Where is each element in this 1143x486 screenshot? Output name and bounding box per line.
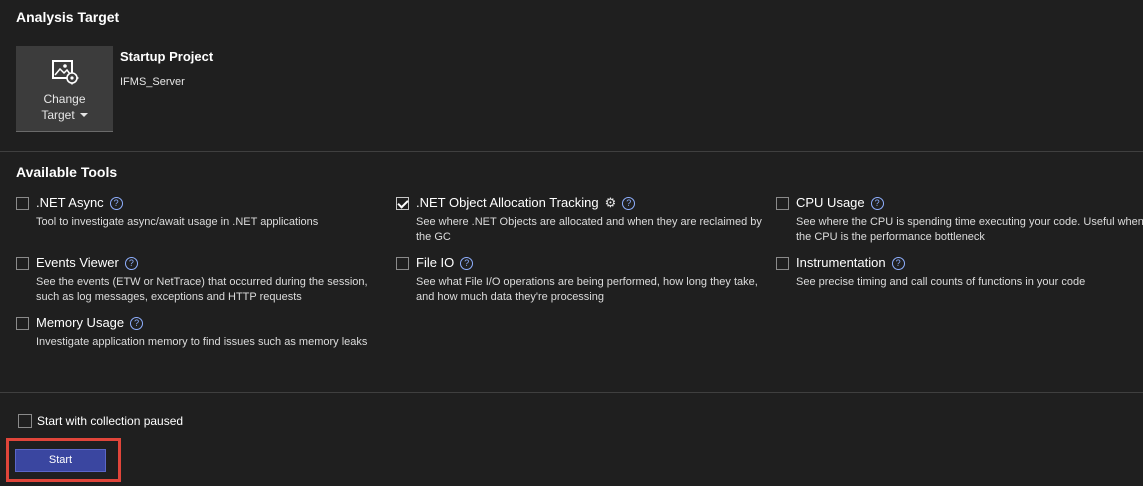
help-icon[interactable]: ? <box>124 257 138 270</box>
start-button[interactable]: Start <box>15 449 106 472</box>
tool-description: See the events (ETW or NetTrace) that oc… <box>36 276 368 303</box>
section-divider <box>0 392 1143 393</box>
caret-down-icon <box>79 112 88 117</box>
help-icon[interactable]: ? <box>460 257 474 270</box>
tool-checkbox[interactable] <box>16 197 29 210</box>
target-image-gear-icon <box>52 60 79 85</box>
help-icon[interactable]: ? <box>130 317 144 330</box>
help-icon[interactable]: ? <box>622 197 636 210</box>
change-target-button[interactable]: Change Target <box>16 46 113 132</box>
settings-gear-icon[interactable]: ⚙ <box>605 195 617 211</box>
tool-name: CPU Usage? <box>796 195 884 210</box>
collection-paused-checkbox[interactable] <box>18 414 32 428</box>
available-tools-title: Available Tools <box>16 164 118 180</box>
tool-checkbox[interactable] <box>776 257 789 270</box>
tool-name: .NET Object Allocation Tracking ⚙? <box>416 195 636 211</box>
help-icon[interactable]: ? <box>891 257 905 270</box>
tool-description: See where .NET Objects are allocated and… <box>416 216 762 243</box>
tool-name: .NET Async? <box>36 195 123 210</box>
tool-checkbox[interactable] <box>776 197 789 210</box>
collection-paused-label: Start with collection paused <box>37 414 184 428</box>
help-icon[interactable]: ? <box>870 197 884 210</box>
startup-project-label: Startup Project <box>120 49 214 64</box>
section-divider <box>0 151 1143 152</box>
tool-description: See what File I/O operations are being p… <box>416 276 758 303</box>
tool-name: Instrumentation? <box>796 255 905 270</box>
tool-checkbox[interactable] <box>16 317 29 330</box>
change-target-label-line1: Change <box>43 92 86 106</box>
change-target-label-line2: Target <box>16 108 113 122</box>
tool-checkbox[interactable] <box>16 257 29 270</box>
tool-checkbox[interactable] <box>396 197 409 210</box>
tool-description: See precise timing and call counts of fu… <box>796 276 1086 288</box>
tool-name: Memory Usage? <box>36 315 144 330</box>
tool-description: Investigate application memory to find i… <box>36 336 368 348</box>
tool-checkbox[interactable] <box>396 257 409 270</box>
tool-description: Tool to investigate async/await usage in… <box>36 216 319 228</box>
tool-name: Events Viewer? <box>36 255 138 270</box>
tool-name: File IO? <box>416 255 474 270</box>
startup-project-value: IFMS_Server <box>120 76 185 88</box>
tool-description: See where the CPU is spending time execu… <box>796 216 1143 243</box>
analysis-target-title: Analysis Target <box>16 9 120 25</box>
help-icon[interactable]: ? <box>109 197 123 210</box>
